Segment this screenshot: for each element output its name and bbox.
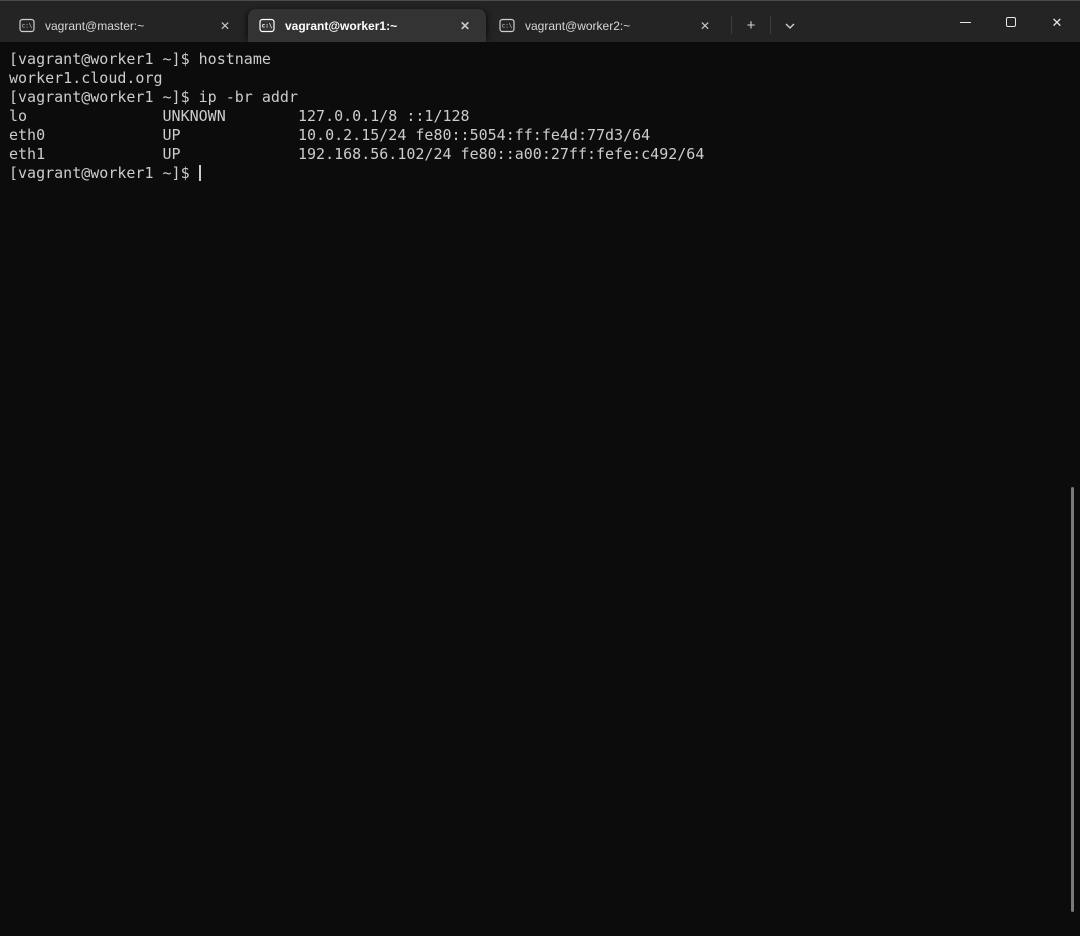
scrollbar-thumb[interactable] <box>1071 487 1074 912</box>
tab-label: vagrant@worker2:~ <box>525 18 631 33</box>
terminal-pane[interactable]: [vagrant@worker1 ~]$ hostname worker1.cl… <box>0 42 1080 936</box>
tab-vagrant-worker1-active[interactable]: c:\ vagrant@worker1:~ ✕ <box>248 9 486 42</box>
maximize-button[interactable] <box>988 2 1034 42</box>
close-tab-icon[interactable]: ✕ <box>214 15 236 37</box>
tab-strip: c:\ vagrant@master:~ ✕ c:\ vagrant@worke… <box>0 1 806 42</box>
maximize-icon <box>1006 17 1016 27</box>
minimize-button[interactable] <box>942 2 988 42</box>
terminal-line: lo UNKNOWN 127.0.0.1/8 ::1/128 <box>9 107 470 125</box>
titlebar[interactable]: c:\ vagrant@master:~ ✕ c:\ vagrant@worke… <box>0 0 1080 42</box>
terminal-prompt-line: [vagrant@worker1 ~]$ <box>9 164 1080 183</box>
tab-label: vagrant@worker1:~ <box>285 18 398 33</box>
tab-vagrant-master[interactable]: c:\ vagrant@master:~ ✕ <box>8 9 246 42</box>
terminal-line: [vagrant@worker1 ~]$ hostname <box>9 50 271 68</box>
close-tab-icon[interactable]: ✕ <box>454 15 476 37</box>
terminal-line: [vagrant@worker1 ~]$ ip -br addr <box>9 88 298 106</box>
text-cursor <box>198 165 201 181</box>
tab-label: vagrant@master:~ <box>45 18 145 33</box>
prompt-text: [vagrant@worker1 ~]$ <box>9 164 199 182</box>
tabbar-separator <box>731 16 732 34</box>
tabbar-separator <box>770 16 771 34</box>
terminal-line: eth1 UP 192.168.56.102/24 fe80::a00:27ff… <box>9 145 705 163</box>
tab-dropdown-button[interactable] <box>774 11 806 39</box>
terminal-line: eth0 UP 10.0.2.15/24 fe80::5054:ff:fe4d:… <box>9 126 651 144</box>
close-tab-icon[interactable]: ✕ <box>694 15 716 37</box>
windows-terminal-window: { "colors": { "terminal_background": "#0… <box>0 0 1080 936</box>
tab-vagrant-worker2[interactable]: c:\ vagrant@worker2:~ ✕ <box>488 9 726 42</box>
plus-icon: + <box>746 16 756 34</box>
svg-text:c:\: c:\ <box>22 23 33 30</box>
window-caption-buttons: ✕ <box>942 2 1080 42</box>
terminal-icon: c:\ <box>19 18 35 33</box>
terminal-line: worker1.cloud.org <box>9 69 163 87</box>
chevron-down-icon <box>784 17 796 34</box>
close-window-button[interactable]: ✕ <box>1034 2 1080 42</box>
terminal-icon: c:\ <box>259 18 275 33</box>
terminal-icon: c:\ <box>499 18 515 33</box>
svg-text:c:\: c:\ <box>262 23 273 30</box>
close-icon: ✕ <box>1051 14 1063 30</box>
minimize-icon <box>959 21 971 23</box>
svg-text:c:\: c:\ <box>502 23 513 30</box>
new-tab-button[interactable]: + <box>735 11 767 39</box>
